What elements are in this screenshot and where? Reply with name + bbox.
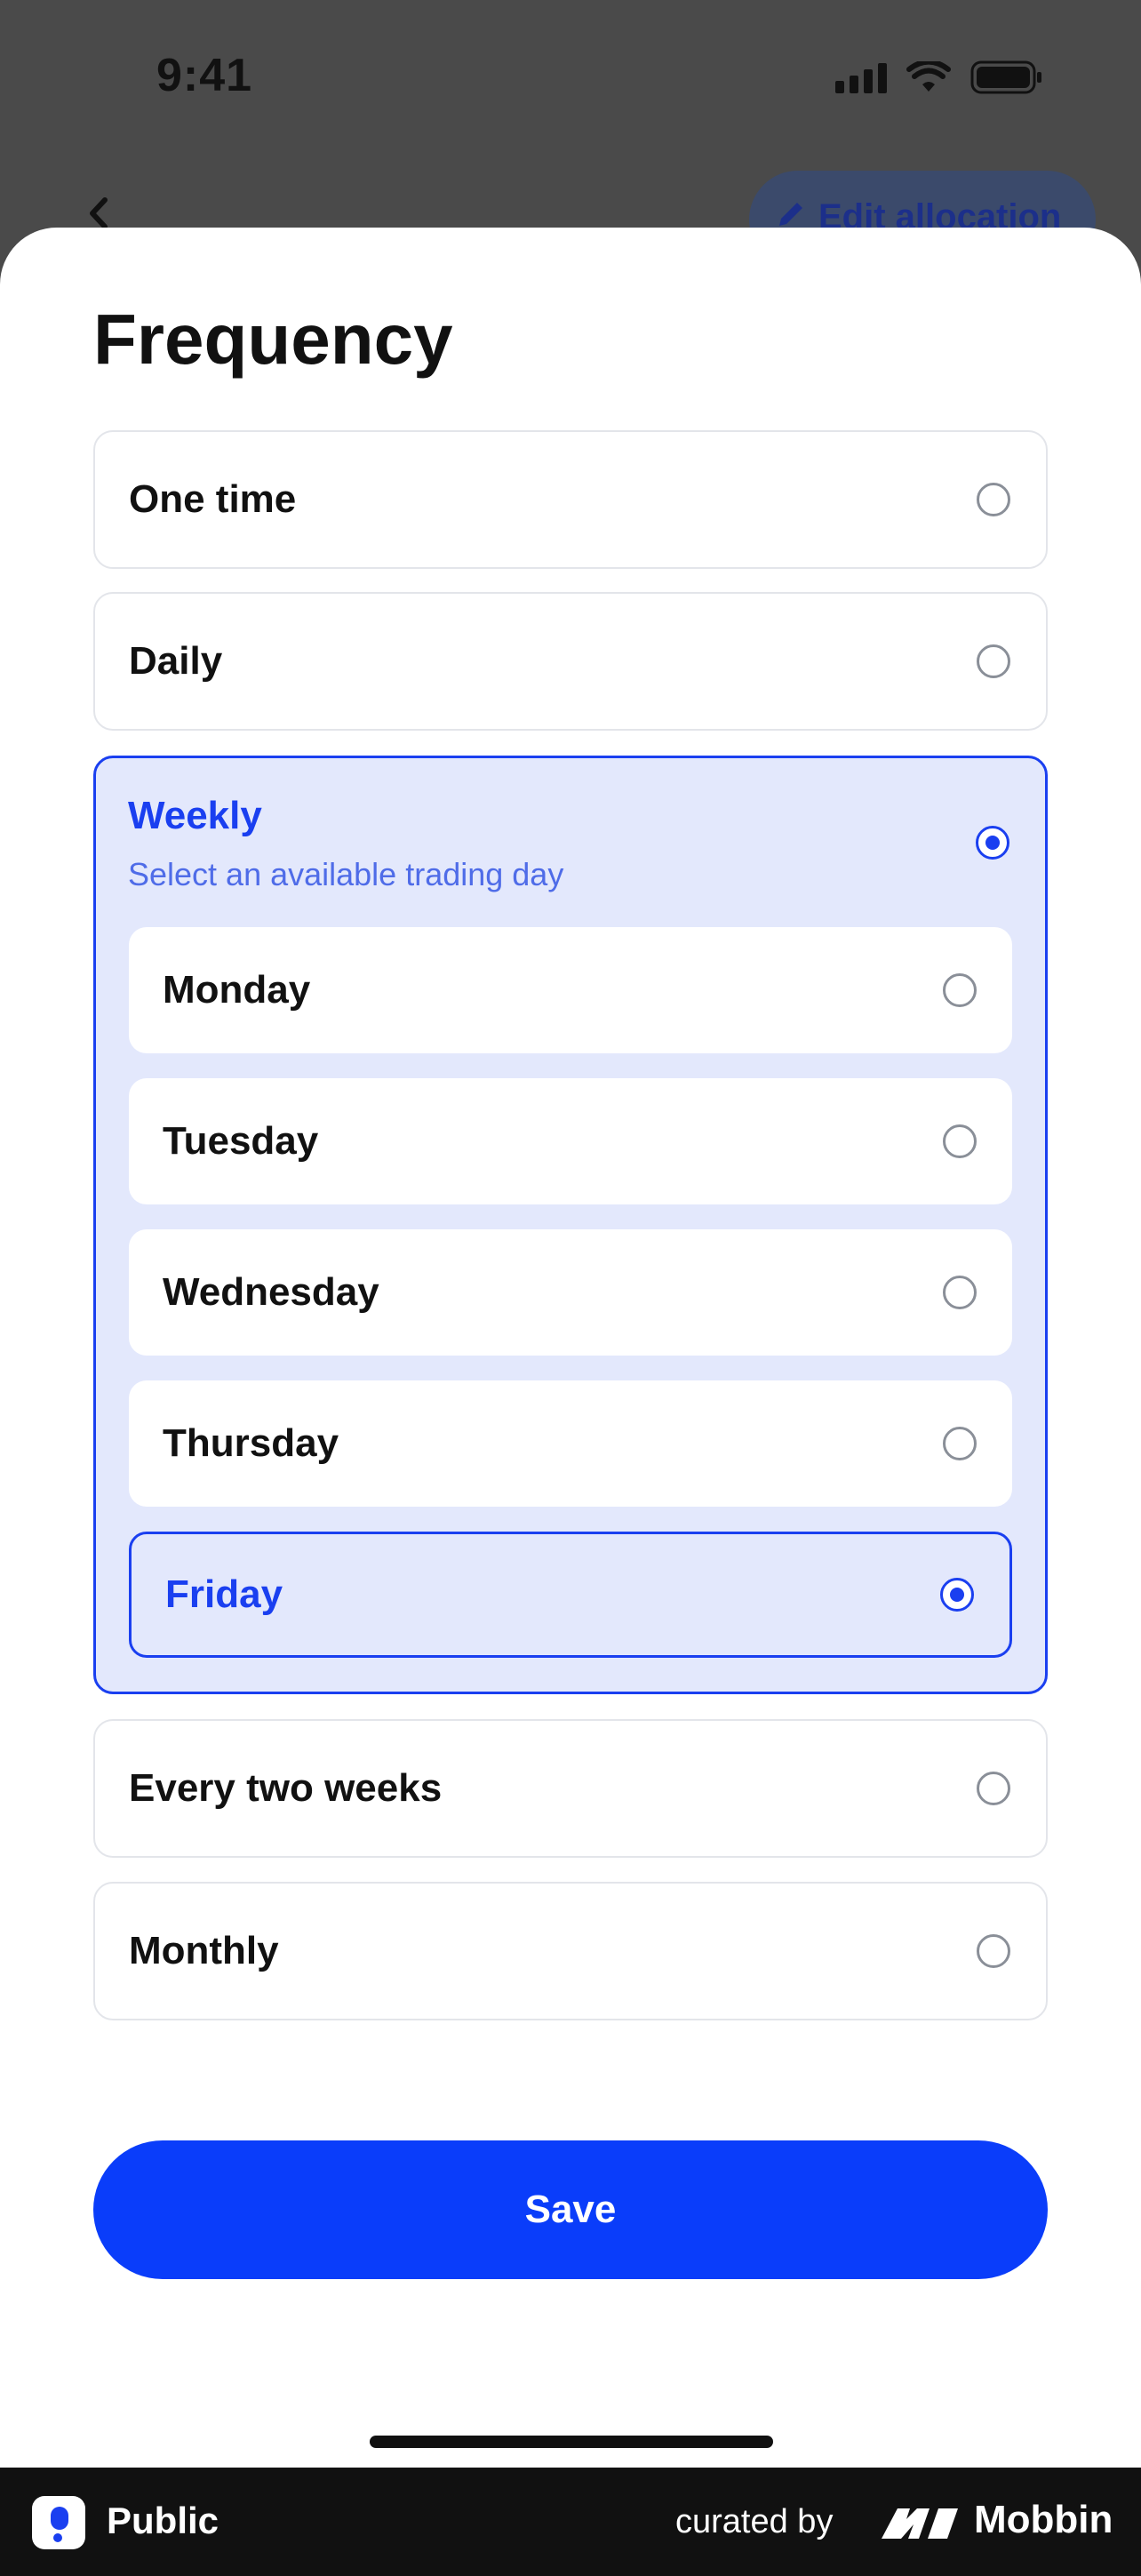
option-every-two-weeks[interactable]: Every two weeks: [93, 1719, 1048, 1858]
public-logo-icon: [32, 2496, 85, 2549]
save-button[interactable]: Save: [93, 2140, 1048, 2279]
day-label: Thursday: [163, 1421, 339, 1465]
option-label: One time: [129, 477, 297, 521]
option-subtitle: Select an available trading day: [128, 856, 564, 892]
radio-icon[interactable]: [977, 1934, 1010, 1968]
radio-icon[interactable]: [977, 1772, 1010, 1805]
signal-icon: [835, 61, 887, 93]
day-label: Tuesday: [163, 1119, 319, 1163]
status-bar: 9:41: [0, 0, 1141, 160]
mobbin-brand: Mobbin: [974, 2498, 1113, 2541]
mobbin-logo-icon: [880, 2505, 960, 2545]
day-wednesday[interactable]: Wednesday: [129, 1229, 1012, 1356]
home-indicator[interactable]: [370, 2436, 773, 2448]
radio-icon[interactable]: [943, 973, 977, 1007]
battery-icon: [970, 60, 1043, 94]
footer-bar: Public curated by Mobbin: [0, 2468, 1141, 2576]
option-label: Weekly: [128, 794, 262, 837]
option-label: Every two weeks: [129, 1766, 443, 1810]
radio-icon[interactable]: [943, 1124, 977, 1158]
day-friday[interactable]: Friday: [129, 1532, 1012, 1658]
option-one-time[interactable]: One time: [93, 430, 1048, 569]
wifi-icon: [906, 61, 951, 93]
curated-by-label: curated by: [675, 2503, 834, 2540]
app-name: Public: [107, 2500, 219, 2541]
radio-icon[interactable]: [977, 483, 1010, 516]
day-label: Friday: [165, 1572, 283, 1616]
status-time: 9:41: [156, 50, 253, 101]
status-icons: [835, 60, 1043, 94]
radio-icon[interactable]: [943, 1276, 977, 1309]
radio-icon[interactable]: [943, 1427, 977, 1460]
option-label: Monthly: [129, 1929, 279, 1972]
sheet-title: Frequency: [93, 300, 453, 379]
option-weekly[interactable]: Weekly Select an available trading day M…: [93, 756, 1048, 1694]
radio-selected-icon[interactable]: [940, 1578, 974, 1612]
day-thursday[interactable]: Thursday: [129, 1380, 1012, 1507]
radio-icon[interactable]: [977, 644, 1010, 678]
day-label: Wednesday: [163, 1270, 379, 1314]
option-monthly[interactable]: Monthly: [93, 1882, 1048, 2020]
radio-selected-icon[interactable]: [976, 826, 1009, 860]
frequency-sheet: Frequency One time Daily Weekly Select a…: [0, 228, 1141, 2468]
day-label: Monday: [163, 968, 311, 1012]
day-tuesday[interactable]: Tuesday: [129, 1078, 1012, 1204]
option-label: Daily: [129, 639, 223, 683]
day-monday[interactable]: Monday: [129, 927, 1012, 1053]
option-daily[interactable]: Daily: [93, 592, 1048, 731]
